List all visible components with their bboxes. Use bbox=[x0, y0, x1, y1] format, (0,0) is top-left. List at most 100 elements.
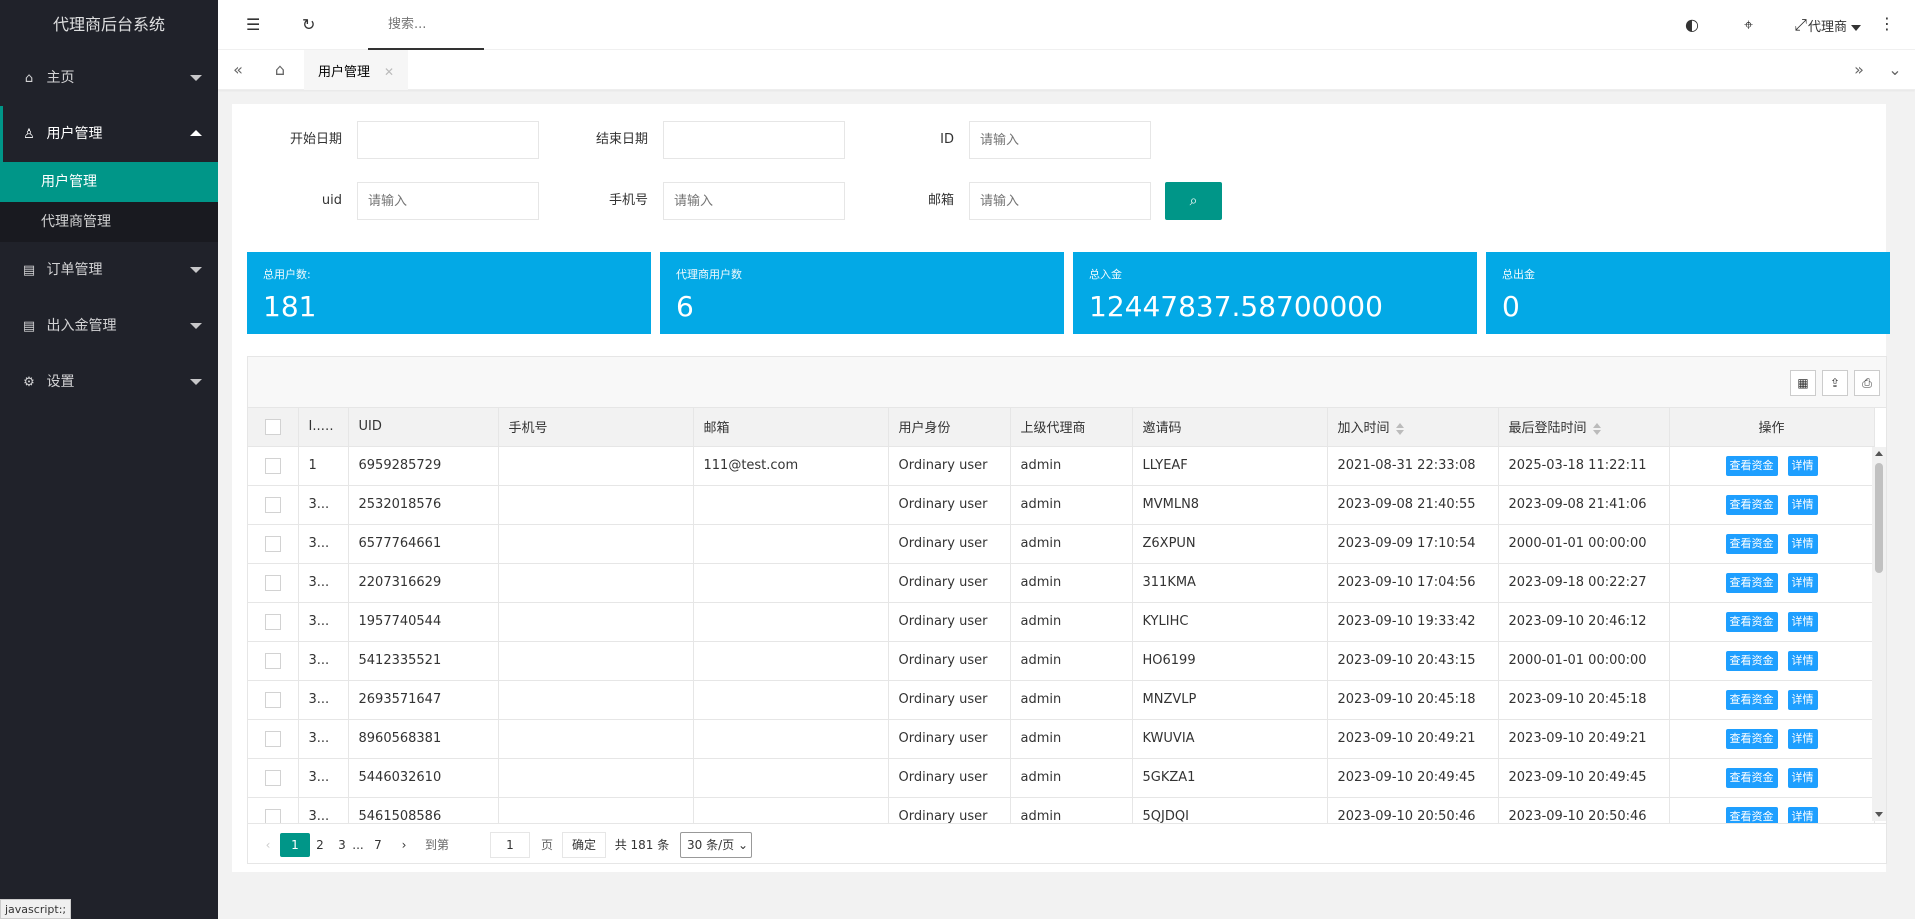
sidebar-item-users[interactable]: ♙ 用户管理 bbox=[0, 106, 218, 162]
per-page-select[interactable]: 30 条/页 ⌄ bbox=[680, 832, 752, 858]
view-funds-button[interactable]: 查看资金 bbox=[1725, 611, 1778, 632]
detail-button[interactable]: 详情 bbox=[1787, 650, 1818, 671]
table-row[interactable]: 3... 2532018576 Ordinary user admin MVMLN8 20… bbox=[248, 485, 1875, 525]
detail-button[interactable]: 详情 bbox=[1787, 689, 1818, 710]
row-checkbox[interactable] bbox=[264, 457, 281, 474]
scroll-up-icon[interactable] bbox=[1875, 451, 1883, 456]
page-7[interactable]: 7 bbox=[368, 833, 388, 857]
scroll-thumb[interactable] bbox=[1875, 463, 1883, 573]
submenu-item-agent-management[interactable]: 代理商管理 bbox=[0, 202, 218, 242]
row-checkbox[interactable] bbox=[264, 535, 281, 552]
next-page-icon[interactable]: › bbox=[394, 833, 414, 857]
tabs-prev-icon[interactable]: « bbox=[218, 50, 258, 90]
tabs-next-icon[interactable]: » bbox=[1839, 50, 1879, 90]
close-icon[interactable]: ✕ bbox=[384, 65, 394, 79]
table-row[interactable]: 3... 6577764661 Ordinary user admin Z6XPUN 20… bbox=[248, 524, 1875, 564]
detail-button[interactable]: 详情 bbox=[1787, 611, 1818, 632]
table-row[interactable]: 1 6959285729 111@test.com Ordinary user admi… bbox=[248, 446, 1875, 486]
table-row[interactable]: 3... 1957740544 Ordinary user admin KYLIHC 20… bbox=[248, 602, 1875, 642]
table-row[interactable]: 3... 2207316629 Ordinary user admin 311KMA 20… bbox=[248, 563, 1875, 603]
col-last-login[interactable]: 最后登陆时间 bbox=[1498, 408, 1670, 447]
tag-icon[interactable]: ⌖ bbox=[1744, 15, 1753, 35]
table-row[interactable]: 3... 2693571647 Ordinary user admin MNZVLP 20… bbox=[248, 680, 1875, 720]
table-row[interactable]: 3... 8960568381 Ordinary user admin KWUVIA 20… bbox=[248, 719, 1875, 759]
sort-icon[interactable] bbox=[1592, 422, 1601, 435]
cell-email bbox=[693, 485, 889, 525]
view-funds-button[interactable]: 查看资金 bbox=[1725, 767, 1778, 788]
page-3[interactable]: 3 bbox=[332, 833, 352, 857]
columns-icon[interactable]: ▦ bbox=[1790, 370, 1816, 396]
cell-last: 2000-01-01 00:00:00 bbox=[1498, 641, 1670, 681]
cell-phone bbox=[498, 524, 694, 564]
row-actions: 查看资金 详情 bbox=[1669, 680, 1875, 720]
id-input[interactable] bbox=[969, 121, 1151, 159]
page-2[interactable]: 2 bbox=[310, 833, 330, 857]
cell-uid: 8960568381 bbox=[348, 719, 499, 759]
row-actions: 查看资金 详情 bbox=[1669, 485, 1875, 525]
end-date-input[interactable] bbox=[663, 121, 845, 159]
view-funds-button[interactable]: 查看资金 bbox=[1725, 494, 1778, 515]
detail-button[interactable]: 详情 bbox=[1787, 728, 1818, 749]
fullscreen-icon[interactable]: ⤢ bbox=[1794, 15, 1807, 35]
detail-button[interactable]: 详情 bbox=[1787, 572, 1818, 593]
table-scrollbar[interactable] bbox=[1872, 447, 1886, 821]
row-checkbox[interactable] bbox=[264, 574, 281, 591]
detail-button[interactable]: 详情 bbox=[1787, 533, 1818, 554]
view-funds-button[interactable]: 查看资金 bbox=[1725, 650, 1778, 671]
detail-button[interactable]: 详情 bbox=[1787, 494, 1818, 515]
cell-email bbox=[693, 719, 889, 759]
detail-button[interactable]: 详情 bbox=[1787, 767, 1818, 788]
view-funds-button[interactable]: 查看资金 bbox=[1725, 728, 1778, 749]
row-actions: 查看资金 详情 bbox=[1669, 641, 1875, 681]
more-icon[interactable]: ⋮ bbox=[1879, 14, 1895, 33]
uid-input[interactable] bbox=[357, 182, 539, 220]
home-tab-icon[interactable]: ⌂ bbox=[260, 50, 300, 90]
sidebar-item-funds[interactable]: ▤ 出入金管理 bbox=[0, 298, 218, 354]
select-all-checkbox[interactable] bbox=[264, 418, 281, 435]
view-funds-button[interactable]: 查看资金 bbox=[1725, 533, 1778, 554]
row-checkbox[interactable] bbox=[264, 769, 281, 786]
cell-last: 2023-09-10 20:46:12 bbox=[1498, 602, 1670, 642]
menu-collapse-icon[interactable]: ☰ bbox=[246, 15, 260, 34]
goto-page-input[interactable]: 1 bbox=[490, 832, 530, 858]
col-id[interactable]: I... bbox=[298, 408, 349, 447]
sort-icon[interactable] bbox=[1395, 422, 1404, 435]
table-row[interactable]: 3... 5446032610 Ordinary user admin 5GKZA1 20… bbox=[248, 758, 1875, 798]
detail-button[interactable]: 详情 bbox=[1787, 455, 1818, 476]
view-funds-button[interactable]: 查看资金 bbox=[1725, 455, 1778, 476]
search-button[interactable]: ⌕ bbox=[1165, 182, 1222, 220]
row-checkbox[interactable] bbox=[264, 691, 281, 708]
page-1[interactable]: 1 bbox=[280, 833, 310, 857]
print-icon[interactable]: ⎙ bbox=[1854, 370, 1880, 396]
user-menu[interactable]: 代理商 bbox=[1808, 16, 1861, 35]
theme-icon[interactable]: ◐ bbox=[1685, 15, 1699, 34]
row-select-cell bbox=[248, 680, 299, 720]
sidebar-item-orders[interactable]: ▤ 订单管理 bbox=[0, 242, 218, 298]
table-row[interactable]: 3... 5412335521 Ordinary user admin HO6199 20… bbox=[248, 641, 1875, 681]
sidebar-item-settings[interactable]: ⚙ 设置 bbox=[0, 354, 218, 410]
start-date-input[interactable] bbox=[357, 121, 539, 159]
view-funds-button[interactable]: 查看资金 bbox=[1725, 572, 1778, 593]
phone-input[interactable] bbox=[663, 182, 845, 220]
view-funds-button[interactable]: 查看资金 bbox=[1725, 689, 1778, 710]
tab-user-management[interactable]: 用户管理 ✕ bbox=[304, 50, 409, 90]
submenu-item-user-management[interactable]: 用户管理 bbox=[0, 162, 218, 202]
table-toolbar: ▦ ⇪ ⎙ bbox=[248, 357, 1886, 408]
row-checkbox[interactable] bbox=[264, 496, 281, 513]
cell-role: Ordinary user bbox=[888, 524, 1011, 564]
tabs-menu-icon[interactable]: ⌄ bbox=[1875, 50, 1915, 90]
row-checkbox[interactable] bbox=[264, 652, 281, 669]
email-label: 邮箱 bbox=[927, 193, 954, 208]
goto-confirm-button[interactable]: 确定 bbox=[562, 832, 606, 858]
scroll-down-icon[interactable] bbox=[1875, 812, 1883, 817]
sidebar-item-home[interactable]: ⌂ 主页 bbox=[0, 50, 218, 106]
col-joined[interactable]: 加入时间 bbox=[1327, 408, 1499, 447]
email-input[interactable] bbox=[969, 182, 1151, 220]
refresh-icon[interactable]: ↻ bbox=[302, 15, 315, 34]
row-checkbox[interactable] bbox=[264, 613, 281, 630]
export-icon[interactable]: ⇪ bbox=[1822, 370, 1848, 396]
prev-page-icon[interactable]: ‹ bbox=[258, 833, 278, 857]
search-input[interactable] bbox=[368, 0, 484, 48]
row-checkbox[interactable] bbox=[264, 730, 281, 747]
chevron-down-icon bbox=[190, 323, 202, 329]
